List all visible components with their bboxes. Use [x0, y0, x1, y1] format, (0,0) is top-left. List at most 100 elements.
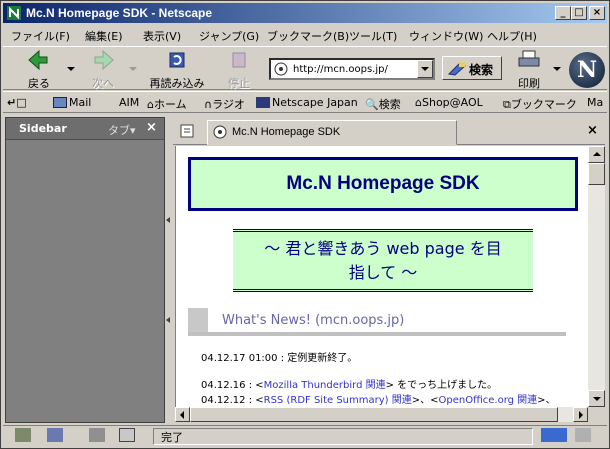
bookmark-radio[interactable]: ∩ラジオ — [204, 96, 245, 112]
news-section-title: What's News! (mcn.oops.jp) — [222, 313, 405, 328]
print-button[interactable]: 印刷 — [511, 49, 547, 91]
page-heading: Mc.N Homepage SDK — [188, 157, 578, 211]
splitter-grip-icon[interactable] — [166, 217, 170, 223]
menu-go[interactable]: ジャンプ(G) — [199, 28, 259, 44]
page-proxy-icon — [274, 62, 288, 76]
subtitle-line-1: 〜 君と響きあう web page を目 — [264, 239, 502, 258]
browser-window: Mc.N Homepage SDK - Netscape _ □ × ファイル(… — [0, 0, 610, 449]
tab-title: Mc.N Homepage SDK — [232, 126, 341, 138]
mail-icon — [53, 97, 67, 108]
minimize-button[interactable]: _ — [555, 6, 571, 20]
tab-mcn-homepage[interactable]: Mc.N Homepage SDK — [207, 120, 457, 145]
vertical-scrollbar[interactable] — [588, 146, 605, 407]
bookmarks-icon: ⧉ — [503, 98, 511, 111]
status-panel — [153, 428, 533, 445]
reload-button[interactable]: 再読み込み — [145, 49, 209, 91]
shop-icon: ⌂ — [415, 96, 422, 109]
page-subtitle: 〜 君と響きあう web page を目 指して 〜 — [233, 229, 533, 292]
print-label: 印刷 — [518, 77, 540, 90]
menu-help[interactable]: ヘルプ(H) — [487, 28, 537, 44]
right-arrow-icon — [579, 411, 583, 419]
news-date: 04.12.16 — [201, 380, 246, 391]
search-button[interactable]: 検索 — [442, 56, 502, 80]
news-date: 04.12.12 — [201, 395, 246, 406]
netscape-japan-icon — [256, 97, 270, 108]
bookmark-radio-label: ラジオ — [212, 98, 245, 111]
stop-icon — [232, 52, 246, 68]
forward-dropdown-icon[interactable] — [129, 67, 137, 71]
horizontal-scrollbar[interactable] — [175, 407, 588, 422]
vertical-scroll-thumb[interactable] — [588, 163, 605, 185]
scroll-down-button[interactable] — [588, 390, 605, 407]
forward-button[interactable]: 次へ — [83, 49, 123, 91]
composer-icon[interactable] — [89, 428, 105, 442]
bookmark-home[interactable]: ⌂ホーム — [147, 96, 187, 112]
up-arrow-icon — [593, 152, 601, 156]
menu-edit[interactable]: 編集(E) — [85, 28, 123, 44]
splitter-grip-icon[interactable] — [166, 317, 170, 323]
horizontal-scroll-thumb[interactable] — [190, 407, 558, 422]
subtitle-line-2: 指して 〜 — [348, 263, 418, 282]
url-bar[interactable] — [269, 58, 435, 80]
back-arrow-icon — [28, 49, 48, 71]
news-link-thunderbird[interactable]: Mozilla Thunderbird 関連 — [264, 380, 386, 391]
reload-label: 再読み込み — [149, 77, 205, 90]
bookmark-netscape-japan-label: Netscape Japan — [272, 96, 358, 109]
navigator-icon[interactable] — [15, 428, 31, 442]
back-button[interactable]: 戻る — [19, 49, 59, 91]
netscape-app-icon — [7, 6, 21, 20]
forward-arrow-icon — [94, 49, 114, 71]
maximize-button[interactable]: □ — [571, 6, 587, 20]
bookmark-shop-aol[interactable]: ⌂Shop@AOL — [415, 96, 483, 109]
news-item: 04.12.16 : <Mozilla Thunderbird 関連> をでっち… — [201, 376, 497, 391]
stop-button[interactable]: 停止 — [221, 49, 257, 91]
menu-view[interactable]: 表示(V) — [143, 28, 181, 44]
security-lock-icon — [575, 428, 591, 442]
close-window-button[interactable]: × — [589, 6, 605, 20]
bookmark-search[interactable]: 🔍検索 — [365, 96, 401, 112]
news-item: 04.12.12 : <RSS (RDF Site Summary) 関連>、<… — [201, 391, 556, 406]
back-dropdown-icon[interactable] — [67, 67, 75, 71]
menu-tools[interactable]: ツール(T) — [349, 28, 397, 44]
news-link-rss[interactable]: RSS (RDF Site Summary) 関連 — [264, 395, 412, 406]
url-input[interactable] — [293, 62, 413, 76]
online-status-icon[interactable] — [541, 428, 567, 442]
bookmark-home-label: ホーム — [153, 98, 187, 111]
menu-bookmarks[interactable]: ブックマーク(B) — [267, 28, 349, 44]
search-icon — [447, 62, 466, 76]
url-history-dropdown[interactable] — [417, 60, 433, 78]
sidebar-tabs-menu[interactable]: タブ▾ — [108, 122, 136, 138]
scroll-left-button[interactable] — [175, 407, 190, 422]
news-link-openoffice[interactable]: OpenOffice.org 関連 — [439, 395, 538, 406]
sidebar-title: Sidebar — [19, 122, 67, 135]
bookmark-overflow[interactable]: Ma — [587, 96, 603, 109]
scroll-up-button[interactable] — [588, 146, 605, 163]
toolbar-grip-icon[interactable]: ↵□ — [7, 96, 27, 109]
address-book-icon[interactable] — [119, 428, 135, 442]
new-tab-icon[interactable] — [179, 123, 195, 139]
print-dropdown-icon[interactable] — [553, 67, 561, 71]
sidebar-splitter[interactable] — [165, 117, 172, 423]
sidebar-close-button[interactable]: × — [146, 120, 157, 135]
bookmark-mail-label: Mail — [69, 96, 92, 109]
bookmark-netscape-japan[interactable]: Netscape Japan — [256, 96, 358, 109]
mail-component-icon[interactable] — [47, 428, 63, 442]
menu-file[interactable]: ファイル(F) — [11, 28, 70, 44]
bookmark-mail[interactable]: Mail — [53, 96, 91, 109]
bookmarks-menu-label: ブックマーク — [510, 98, 577, 111]
tab-bar: Mc.N Homepage SDK × — [173, 117, 605, 145]
close-tab-button[interactable]: × — [587, 123, 598, 138]
status-text: 完了 — [161, 431, 183, 444]
status-bar: 完了 — [3, 425, 607, 446]
bookmark-aim[interactable]: AIM — [119, 96, 139, 109]
page-content: Mc.N Homepage SDK 〜 君と響きあう web page を目 指… — [175, 146, 588, 407]
back-label: 戻る — [28, 77, 50, 90]
netscape-throbber-icon[interactable]: N — [569, 52, 605, 88]
reload-icon — [169, 52, 185, 68]
scroll-right-button[interactable] — [573, 407, 588, 422]
menu-window[interactable]: ウィンドウ(W) — [409, 28, 483, 44]
news-text: >、< — [411, 395, 439, 406]
bookmarks-menu-button[interactable]: ⧉ブックマーク — [503, 96, 577, 112]
stop-label: 停止 — [228, 77, 250, 90]
news-text: : 定例更新終了。 — [277, 353, 358, 364]
